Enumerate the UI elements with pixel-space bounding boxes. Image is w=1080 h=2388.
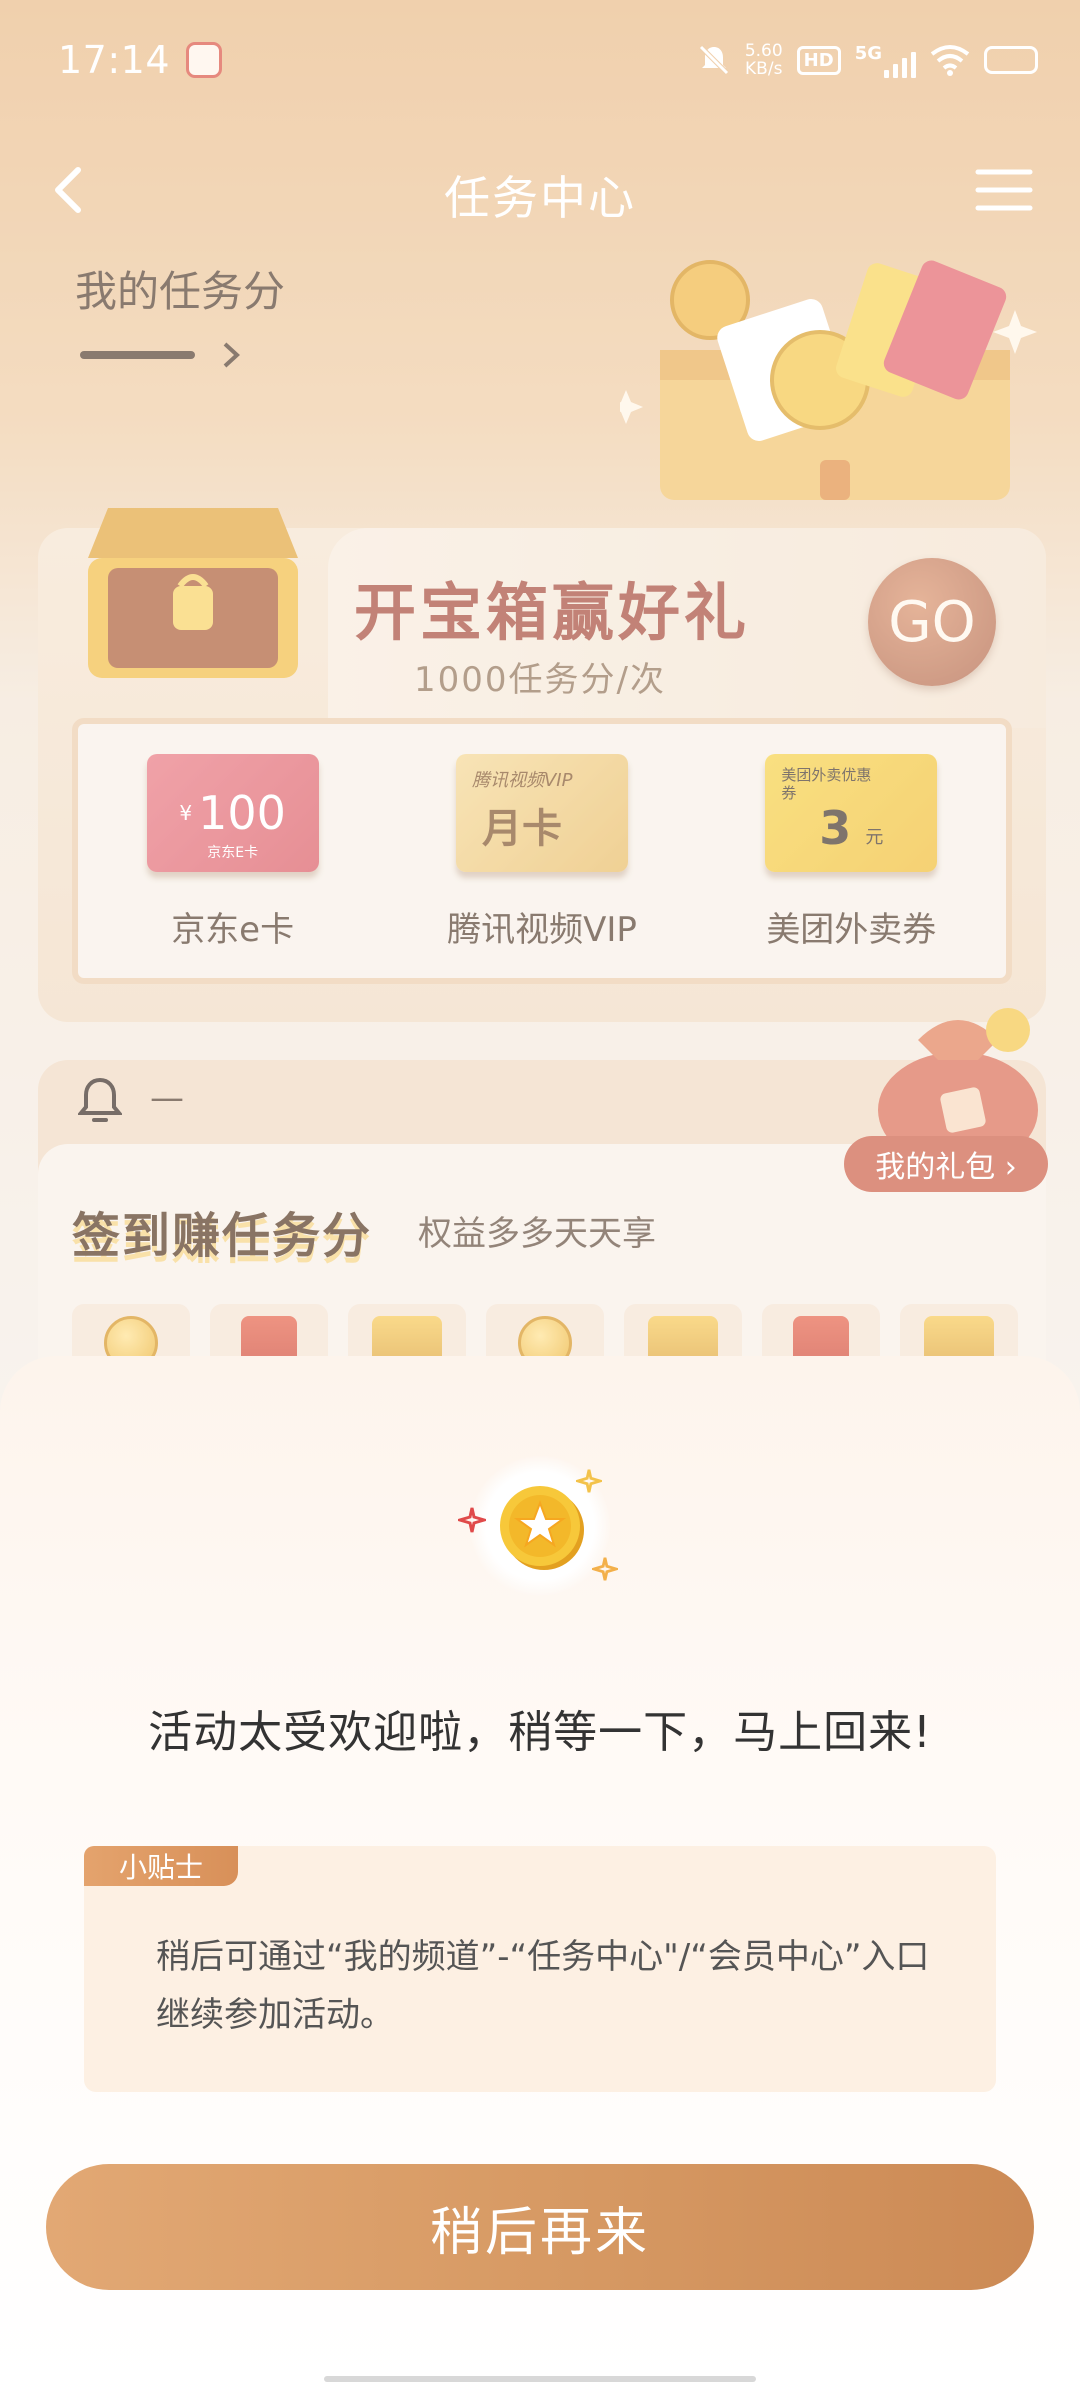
busy-bottom-sheet: 活动太受欢迎啦，稍等一下，马上回来! 小贴士 稍后可通过“我的频道”-“任务中心… xyxy=(0,1356,1080,2388)
tip-tag: 小贴士 xyxy=(84,1846,238,1886)
tip-box: 小贴士 稍后可通过“我的频道”-“任务中心"/“会员中心”入口继续参加活动。 xyxy=(84,1846,996,2092)
sparkle-icon xyxy=(576,1469,602,1493)
busy-message: 活动太受欢迎啦，稍等一下，马上回来! xyxy=(148,1707,932,1758)
sparkle-icon xyxy=(592,1557,618,1581)
home-indicator[interactable] xyxy=(324,2376,756,2382)
tip-text: 稍后可通过“我的频道”-“任务中心"/“会员中心”入口继续参加活动。 xyxy=(156,1937,930,2035)
sparkle-icon xyxy=(458,1507,486,1533)
come-back-later-button[interactable]: 稍后再来 xyxy=(46,2164,1034,2290)
